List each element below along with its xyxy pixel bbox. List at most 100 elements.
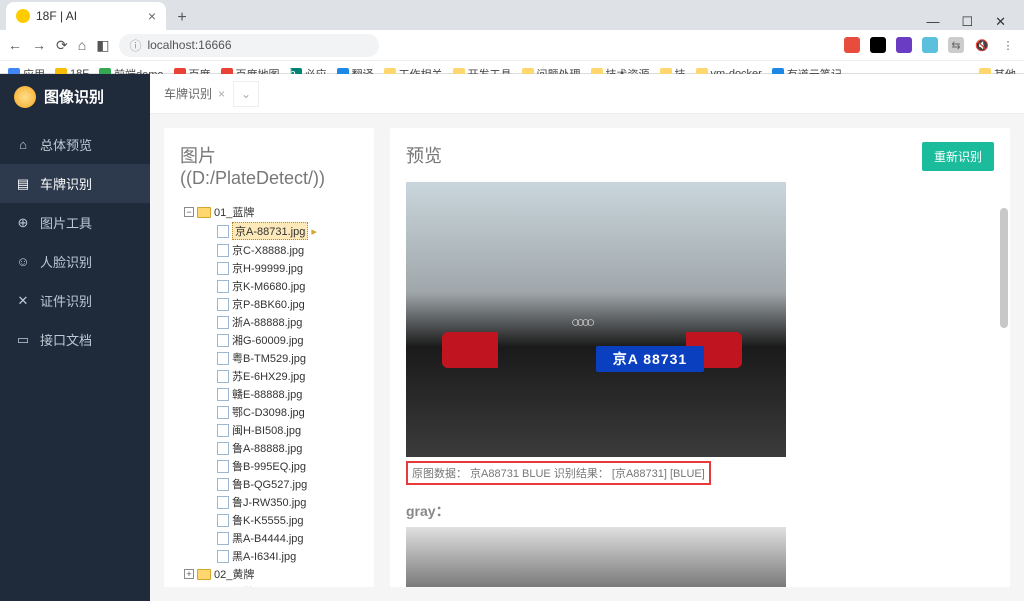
tree-file[interactable]: 湘G-60009.jpg [180, 331, 358, 349]
new-tab-button[interactable]: + [170, 6, 194, 30]
file-icon [217, 370, 229, 383]
reidentify-button[interactable]: 重新识别 [922, 142, 994, 171]
tree-file[interactable]: 黑A-B4444.jpg [180, 529, 358, 547]
file-icon [217, 334, 229, 347]
ext-icon[interactable] [844, 37, 860, 53]
tree-file[interactable]: 鲁A-88888.jpg [180, 439, 358, 457]
gray-label: gray： [406, 501, 994, 521]
expand-blank-icon [204, 425, 214, 435]
tree-label: 闽H-BI508.jpg [232, 422, 301, 438]
logo-icon [14, 86, 36, 108]
tree-label: 01_蓝牌 [214, 204, 254, 220]
ext-icon[interactable]: ⇆ [948, 37, 964, 53]
tab-close-icon[interactable]: × [148, 8, 156, 24]
folder-icon [197, 207, 211, 218]
file-icon [217, 280, 229, 293]
address-bar[interactable]: ⓘ localhost:16666 [119, 34, 379, 57]
tree-folder[interactable]: − 01_蓝牌 [180, 203, 358, 221]
brand: 图像识别 [0, 74, 150, 119]
expand-icon[interactable]: + [184, 569, 194, 579]
file-icon [217, 388, 229, 401]
tree-label: 鲁J-RW350.jpg [232, 494, 306, 510]
tree-folder[interactable]: +03_绿牌 [180, 583, 358, 587]
tree-file[interactable]: 赣E-88888.jpg [180, 385, 358, 403]
sidebar-item-api[interactable]: ▭接口文档 [0, 320, 150, 359]
expand-blank-icon [204, 299, 214, 309]
expand-blank-icon [204, 551, 214, 561]
reload-icon[interactable]: ⟳ [56, 37, 68, 54]
ext-icon[interactable] [922, 37, 938, 53]
tree-folder[interactable]: +02_黄牌 [180, 565, 358, 583]
tree-label: 鲁B-QG527.jpg [232, 476, 307, 492]
menu-icon[interactable]: ⋮ [1000, 37, 1016, 53]
tree-file[interactable]: 鲁J-RW350.jpg [180, 493, 358, 511]
tree-file[interactable]: 京C-X8888.jpg [180, 241, 358, 259]
tree-file[interactable]: 鲁K-K5555.jpg [180, 511, 358, 529]
doc-icon: ▭ [16, 333, 30, 347]
expand-blank-icon [204, 443, 214, 453]
left-panel-title: 图片((D:/PlateDetect/)) [180, 142, 358, 189]
sidebar-item-image[interactable]: ⊕图片工具 [0, 203, 150, 242]
tree-file[interactable]: 京A-88731.jpg▸ [180, 221, 358, 241]
expand-blank-icon [204, 407, 214, 417]
tree-label: 京C-X8888.jpg [232, 242, 304, 258]
tree-label: 鲁K-K5555.jpg [232, 512, 304, 528]
folder-icon [197, 569, 211, 580]
tree-label: 浙A-88888.jpg [232, 314, 302, 330]
file-icon [217, 406, 229, 419]
tree-file[interactable]: 浙A-88888.jpg [180, 313, 358, 331]
file-icon [217, 352, 229, 365]
tree-file[interactable]: 闽H-BI508.jpg [180, 421, 358, 439]
tree-label: 京P-8BK60.jpg [232, 296, 305, 312]
expand-blank-icon [204, 389, 214, 399]
ext-icon[interactable] [870, 37, 886, 53]
file-icon [217, 550, 229, 563]
tree-file[interactable]: 鲁B-QG527.jpg [180, 475, 358, 493]
face-icon: ☺ [16, 255, 30, 269]
sidebar-item-face[interactable]: ☺人脸识别 [0, 242, 150, 281]
tree-label: 赣E-88888.jpg [232, 386, 302, 402]
expand-blank-icon [204, 263, 214, 273]
tab-bar: 18F | AI × + — ☐ ✕ [0, 0, 1024, 30]
mute-icon[interactable]: 🔇 [974, 37, 990, 53]
file-tree-panel: 图片((D:/PlateDetect/)) − 01_蓝牌京A-88731.jpg… [164, 128, 374, 587]
tree-file[interactable]: 京H-99999.jpg [180, 259, 358, 277]
minimize-icon[interactable]: — [926, 14, 939, 30]
page-tab-close-icon[interactable]: × [218, 87, 225, 101]
ext-icon[interactable] [896, 37, 912, 53]
tab-dropdown-icon[interactable]: ⌄ [233, 81, 259, 107]
expand-blank-icon [204, 533, 214, 543]
browser-tab[interactable]: 18F | AI × [6, 2, 166, 30]
home-icon[interactable]: ⌂ [78, 37, 86, 53]
tree-file[interactable]: 京K-M6680.jpg [180, 277, 358, 295]
expand-blank-icon [204, 281, 214, 291]
tree-file[interactable]: 京P-8BK60.jpg [180, 295, 358, 313]
forward-icon[interactable]: → [32, 37, 46, 53]
expand-icon[interactable]: − [184, 207, 194, 217]
sidebar-item-overview[interactable]: ⌂总体预览 [0, 125, 150, 164]
app-root: 图像识别 ⌂总体预览 ▤车牌识别 ⊕图片工具 ☺人脸识别 ✕证件识别 ▭接口文档… [0, 74, 1024, 601]
page-tab[interactable]: 车牌识别 × [164, 85, 225, 102]
tabview-icon[interactable]: ◧ [96, 37, 109, 54]
tree-label: 湘G-60009.jpg [232, 332, 304, 348]
file-icon [217, 244, 229, 257]
tree-label: 鄂C-D3098.jpg [232, 404, 305, 420]
close-window-icon[interactable]: ✕ [995, 14, 1006, 30]
plate-icon: ▤ [16, 177, 30, 191]
scrollbar[interactable] [1000, 208, 1008, 328]
expand-blank-icon [204, 353, 214, 363]
tree-file[interactable]: 鲁B-995EQ.jpg [180, 457, 358, 475]
selected-arrow-icon: ▸ [311, 225, 317, 238]
sidebar-item-plate[interactable]: ▤车牌识别 [0, 164, 150, 203]
tree-file[interactable]: 鄂C-D3098.jpg [180, 403, 358, 421]
maximize-icon[interactable]: ☐ [961, 14, 973, 30]
tree-file[interactable]: 粤B-TM529.jpg [180, 349, 358, 367]
sidebar-item-id[interactable]: ✕证件识别 [0, 281, 150, 320]
content: 图片((D:/PlateDetect/)) − 01_蓝牌京A-88731.jpg… [150, 114, 1024, 601]
tree-file[interactable]: 黑A-I634I.jpg [180, 547, 358, 565]
file-icon [217, 316, 229, 329]
tree-file[interactable]: 苏E-6HX29.jpg [180, 367, 358, 385]
back-icon[interactable]: ← [8, 37, 22, 53]
file-icon [217, 225, 229, 238]
folder-icon [197, 587, 211, 588]
